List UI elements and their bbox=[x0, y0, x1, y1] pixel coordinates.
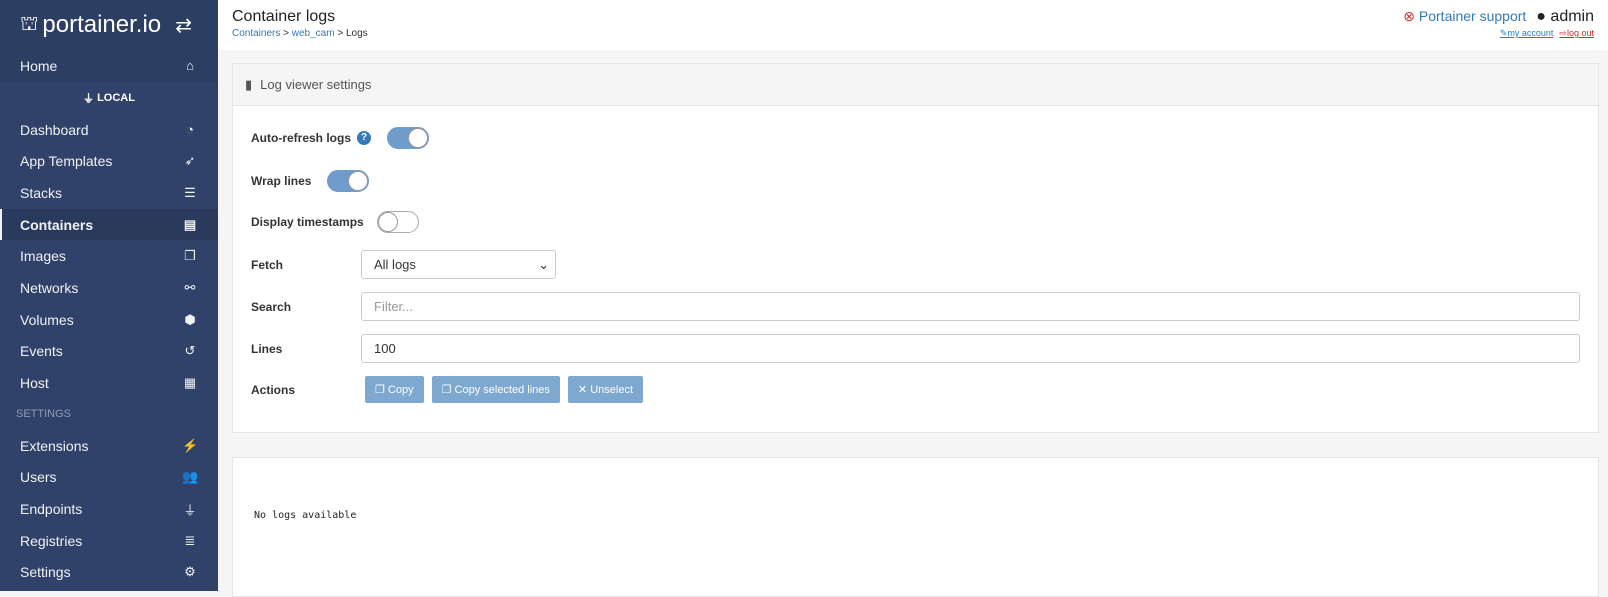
auto-refresh-toggle[interactable] bbox=[387, 127, 430, 149]
unselect-label: Unselect bbox=[590, 383, 633, 396]
endpoint-name: ⏚ LOCAL bbox=[0, 82, 218, 114]
th-list-icon: ☰ bbox=[184, 184, 196, 200]
lines-input[interactable]: 100 bbox=[361, 334, 1580, 363]
rocket-icon: ➶ bbox=[184, 153, 196, 169]
log-out-label: log out bbox=[1566, 28, 1594, 38]
chevron-down-icon: ⌄ bbox=[538, 256, 549, 272]
sidebar: ⛫ portainer.io ⇄ Home ⌂ ⏚ LOCAL Dashboard ◔ A… bbox=[0, 0, 218, 591]
my-account-link[interactable]: ✎my account bbox=[1500, 28, 1554, 38]
sidebar-item-home[interactable]: Home ⌂ bbox=[0, 50, 218, 82]
sidebar-item-label: Endpoints bbox=[20, 501, 83, 518]
username: admin bbox=[1550, 8, 1594, 25]
clone-icon: ❐ bbox=[184, 248, 196, 264]
copy-icon: ❐ bbox=[441, 384, 455, 396]
unselect-button[interactable]: ✕ Unselect bbox=[567, 376, 643, 403]
sidebar-item-label: App Templates bbox=[20, 153, 113, 170]
sidebar-item-label: Stacks bbox=[20, 184, 63, 201]
sidebar-item-stacks[interactable]: Stacks ☰ bbox=[0, 177, 218, 209]
endpoint-label: LOCAL bbox=[97, 91, 135, 104]
times-icon: ✕ bbox=[577, 384, 591, 396]
sidebar-item-label: Events bbox=[20, 343, 63, 360]
copy-label: Copy bbox=[387, 383, 414, 396]
log-out-link[interactable]: ⇨log out bbox=[1559, 28, 1594, 38]
sidebar-item-label: Host bbox=[20, 375, 49, 392]
sidebar-item-networks[interactable]: Networks ⚯ bbox=[0, 272, 218, 304]
actions-label: Actions bbox=[251, 382, 296, 397]
log-output[interactable]: No logs available bbox=[232, 457, 1599, 597]
panel-title: Log viewer settings bbox=[260, 77, 372, 92]
search-input[interactable]: Filter... bbox=[361, 292, 1580, 321]
sidebar-item-label: Dashboard bbox=[20, 121, 89, 138]
sidebar-item-label: Users bbox=[20, 469, 57, 486]
auto-refresh-label: Auto-refresh logs bbox=[251, 131, 352, 145]
breadcrumb-containers[interactable]: Containers bbox=[232, 28, 280, 39]
sign-out-icon: ⇨ bbox=[1559, 28, 1567, 38]
sidebar-item-images[interactable]: Images ❐ bbox=[0, 240, 218, 272]
fetch-select[interactable]: All logs ⌄ bbox=[361, 250, 556, 279]
no-logs-message: No logs available bbox=[254, 510, 357, 521]
logo-text: portainer.io bbox=[42, 11, 162, 38]
display-timestamps-toggle[interactable] bbox=[377, 211, 419, 233]
sidebar-item-registries[interactable]: Registries ≣ bbox=[0, 525, 218, 557]
sidebar-item-label: Networks bbox=[20, 279, 79, 296]
sidebar-item-endpoints[interactable]: Endpoints ⏚ bbox=[0, 493, 218, 525]
history-icon: ↺ bbox=[184, 343, 196, 359]
help-icon[interactable]: ? bbox=[357, 131, 372, 145]
search-label: Search bbox=[251, 299, 292, 314]
support-link[interactable]: Portainer support bbox=[1419, 8, 1526, 24]
sidebar-item-label: Containers bbox=[20, 216, 94, 233]
sidebar-item-events[interactable]: Events ↺ bbox=[0, 336, 218, 368]
sidebar-item-extensions[interactable]: Extensions ⚡ bbox=[0, 430, 218, 462]
crane-logo-icon: ⛫ bbox=[20, 12, 39, 35]
sidebar-item-label: Settings bbox=[20, 564, 71, 581]
fetch-label: Fetch bbox=[251, 257, 284, 272]
copy-button[interactable]: ❐ Copy bbox=[365, 376, 424, 403]
copy-icon: ❐ bbox=[375, 384, 388, 396]
sidebar-item-label: Images bbox=[20, 248, 66, 265]
copy-selected-lines-button[interactable]: ❐ Copy selected lines bbox=[431, 376, 560, 403]
settings-section-title: SETTINGS bbox=[16, 408, 72, 421]
sidebar-item-host[interactable]: Host ▦ bbox=[0, 367, 218, 399]
file-icon: ▮ bbox=[245, 76, 253, 92]
page-title: Container logs bbox=[232, 8, 336, 25]
sitemap-icon: ⚯ bbox=[184, 279, 196, 295]
users-icon: 👥 bbox=[182, 469, 199, 485]
cogs-icon: ⚙ bbox=[184, 564, 196, 580]
copy-selected-label: Copy selected lines bbox=[454, 383, 550, 396]
server-icon: ▤ bbox=[183, 216, 197, 232]
breadcrumb: Containers > web_cam > Logs bbox=[232, 28, 368, 39]
bolt-icon: ⚡ bbox=[182, 437, 199, 453]
user-circle-icon: ● bbox=[1536, 8, 1546, 25]
sidebar-item-label: Home bbox=[20, 57, 58, 74]
sidebar-item-containers[interactable]: Containers ▤ bbox=[0, 208, 218, 241]
sidebar-item-app-templates[interactable]: App Templates ➶ bbox=[0, 145, 218, 177]
cubes-icon: ⬢ bbox=[184, 311, 196, 327]
tachometer-icon: ◔ bbox=[186, 122, 194, 138]
logo[interactable]: ⛫ portainer.io ⇄ bbox=[0, 0, 218, 50]
sidebar-item-label: Volumes bbox=[20, 311, 74, 328]
plug-icon: ⏚ bbox=[183, 502, 197, 518]
header: Container logs Containers > web_cam > Lo… bbox=[218, 0, 1608, 50]
sidebar-item-settings[interactable]: Settings ⚙ bbox=[0, 557, 218, 589]
sidebar-item-dashboard[interactable]: Dashboard ◔ bbox=[0, 114, 218, 146]
toggle-sidebar-icon[interactable]: ⇄ bbox=[175, 13, 192, 38]
my-account-label: my account bbox=[1507, 28, 1554, 38]
timestamps-label: Display timestamps bbox=[251, 215, 364, 229]
sidebar-item-users[interactable]: Users 👥 bbox=[0, 462, 218, 494]
plug-icon: ⏚ bbox=[83, 92, 98, 105]
sidebar-item-label: Extensions bbox=[20, 437, 89, 454]
sidebar-item-label: Registries bbox=[20, 532, 83, 549]
wrap-lines-label: Wrap lines bbox=[251, 174, 312, 188]
fetch-value: All logs bbox=[374, 257, 416, 272]
breadcrumb-current: Logs bbox=[345, 28, 368, 39]
sidebar-item-volumes[interactable]: Volumes ⬢ bbox=[0, 304, 218, 336]
life-ring-icon: ⊗ bbox=[1403, 8, 1415, 24]
breadcrumb-container[interactable]: web_cam bbox=[292, 28, 335, 39]
database-icon: ≣ bbox=[184, 532, 196, 548]
wrap-lines-toggle[interactable] bbox=[327, 170, 369, 192]
lines-label: Lines bbox=[251, 341, 283, 356]
log-viewer-settings-panel: ▮ Log viewer settings Auto-refresh logs? … bbox=[232, 63, 1599, 433]
home-icon: ⌂ bbox=[186, 58, 194, 74]
th-icon: ▦ bbox=[183, 375, 197, 391]
